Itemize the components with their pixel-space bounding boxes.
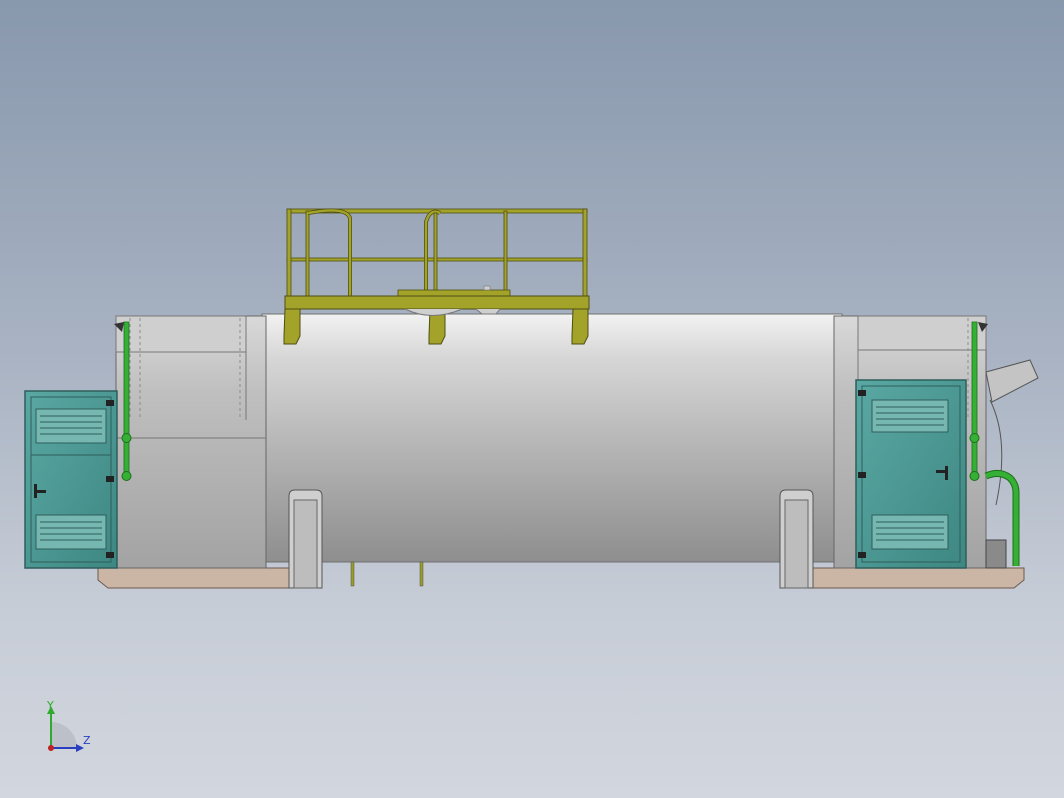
left-door[interactable] — [24, 390, 118, 569]
left-saddle-support[interactable] — [288, 489, 323, 589]
platform-railing[interactable] — [286, 208, 588, 298]
drain-pipes — [350, 561, 424, 587]
right-base-slab[interactable] — [807, 567, 1025, 589]
tank-assembly-model[interactable] — [0, 0, 1064, 798]
right-door[interactable] — [855, 379, 967, 569]
cad-viewport[interactable]: Y Z — [0, 0, 1064, 798]
right-door-lower-vent — [871, 514, 949, 550]
z-axis-label: Z — [83, 734, 91, 747]
platform-deck[interactable] — [284, 289, 590, 310]
right-door-hinge-mid — [858, 472, 866, 478]
right-door-hinge-bottom — [858, 552, 866, 558]
right-saddle-support[interactable] — [779, 489, 814, 589]
coordinate-triad — [47, 706, 84, 752]
right-chute[interactable] — [985, 359, 1039, 569]
left-door-hinge-top — [106, 400, 114, 406]
x-axis-dot — [48, 745, 54, 751]
right-door-hinge-top — [858, 390, 866, 396]
left-end-housing[interactable] — [115, 315, 267, 569]
left-door-lower-vent — [35, 514, 107, 550]
y-axis-label: Y — [47, 699, 54, 712]
left-base-slab[interactable] — [97, 567, 321, 589]
left-door-hinge-mid — [106, 476, 114, 482]
left-door-hinge-bottom — [106, 552, 114, 558]
right-door-upper-vent — [871, 399, 949, 433]
tank-cylinder[interactable] — [261, 313, 843, 563]
left-door-upper-vent — [35, 408, 107, 444]
